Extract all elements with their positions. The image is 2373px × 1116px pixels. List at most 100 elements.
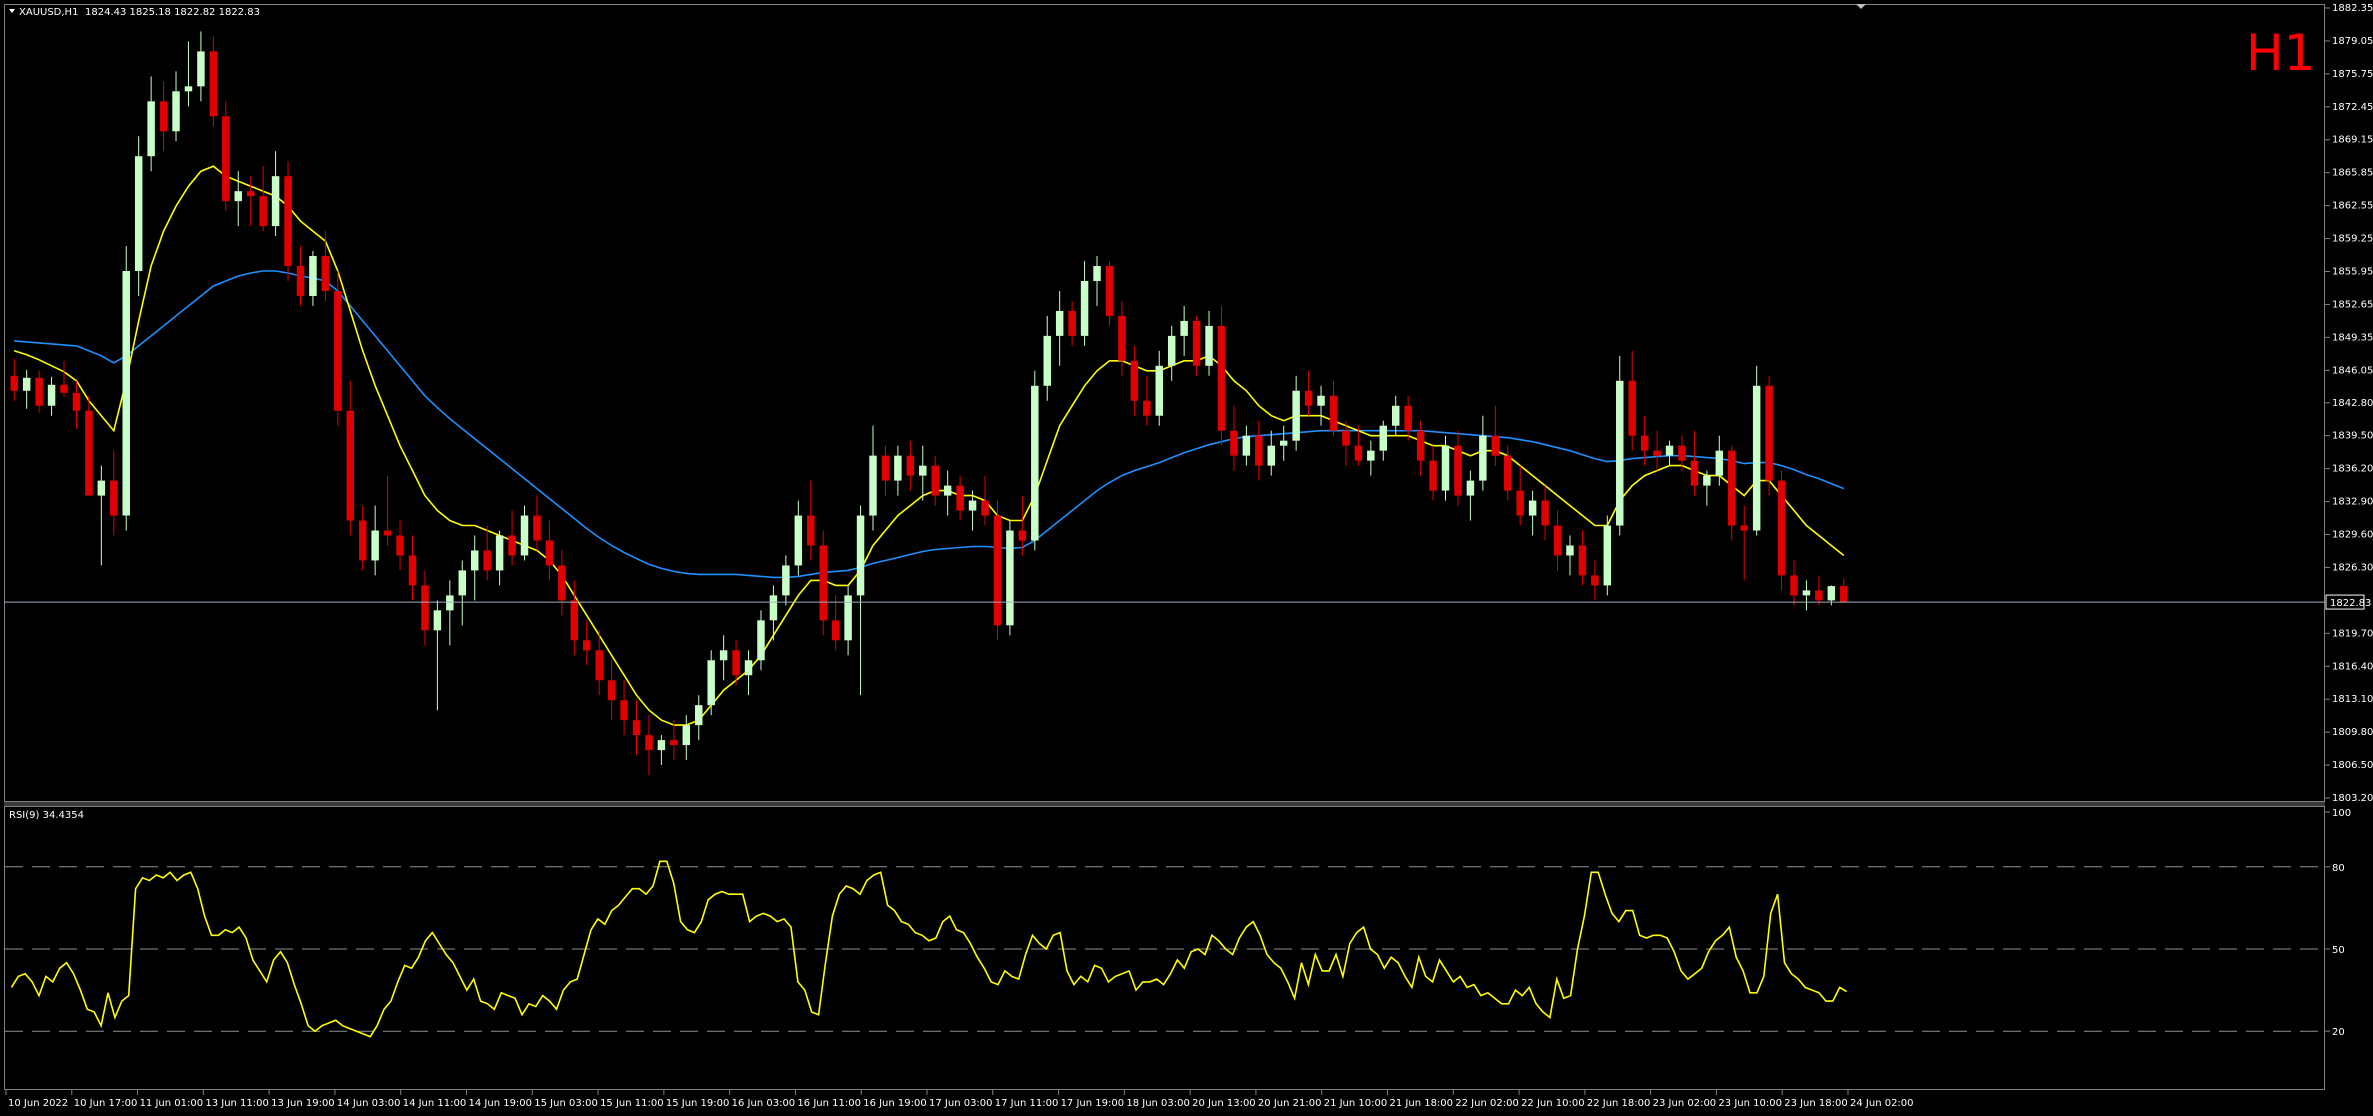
candle-body — [869, 455, 877, 516]
candle-body — [645, 735, 653, 751]
candle-body — [1616, 380, 1624, 526]
candle-body — [607, 680, 616, 701]
candle-body — [1317, 395, 1325, 406]
candle-body — [707, 660, 715, 706]
candle-body — [1404, 405, 1412, 431]
candle-body — [695, 705, 703, 726]
candle-body — [719, 650, 728, 661]
price-tick-label: 1852.65 — [2332, 299, 2373, 310]
candle-body — [819, 545, 827, 621]
price-tick-label: 1806.50 — [2332, 760, 2373, 771]
trading-chart: 1882.35 1879.05 1875.75 1872.45 1869.15 1865.… — [4, 3, 2373, 1109]
candles — [10, 31, 1848, 776]
candle-body — [620, 700, 628, 721]
time-tick-label: 23 Jun 10:00 — [1718, 1098, 1782, 1109]
time-tick-label: 16 Jun 03:00 — [732, 1098, 796, 1109]
candle-body — [1777, 480, 1786, 576]
time-tick-label: 11 Jun 01:00 — [140, 1098, 204, 1109]
price-tick-label: 1882.35 — [2332, 3, 2373, 14]
candle-body — [358, 520, 367, 561]
candle-body — [545, 540, 554, 566]
candle-body — [1031, 385, 1039, 541]
candle-body — [508, 535, 516, 556]
candle-body — [1752, 385, 1761, 531]
time-tick-label: 23 Jun 02:00 — [1653, 1098, 1717, 1109]
candle-body — [1279, 440, 1288, 446]
candle-body — [10, 375, 18, 391]
time-tick-label: 22 Jun 10:00 — [1521, 1098, 1585, 1109]
rsi-level-lines — [5, 866, 2324, 1032]
time-tick-label: 17 Jun 11:00 — [995, 1098, 1059, 1109]
candle-body — [1118, 315, 1126, 361]
candle-body — [408, 555, 417, 586]
price-tick-label: 1832.90 — [2332, 497, 2373, 508]
price-axis[interactable]: 1882.35 1879.05 1875.75 1872.45 1869.15 1865.… — [2325, 3, 2373, 804]
main-pane-border — [4, 4, 2325, 802]
slow-ma-line — [14, 270, 1845, 579]
time-tick-label: 21 Jun 10:00 — [1324, 1098, 1388, 1109]
shift-marker-icon[interactable] — [1856, 4, 1866, 9]
candle-body — [172, 91, 180, 132]
time-axis[interactable]: 10 Jun 2022 10 Jun 17:00 11 Jun 01:00 13 Ju… — [5, 1090, 1914, 1109]
candle-body — [470, 550, 479, 571]
candle-body — [757, 620, 765, 661]
time-tick-label: 14 Jun 11:00 — [403, 1098, 467, 1109]
candle-body — [1790, 575, 1798, 596]
price-tick-label: 1839.50 — [2332, 431, 2373, 442]
candle-body — [60, 384, 68, 393]
candle-body — [1205, 325, 1213, 366]
rsi-tick-label: 80 — [2332, 863, 2345, 874]
candle-body — [894, 455, 902, 481]
chevron-down-icon[interactable] — [9, 9, 15, 13]
candle-body — [1802, 590, 1811, 596]
candle-body — [1167, 335, 1176, 366]
separator-bar[interactable] — [4, 801, 2325, 806]
candle-body — [807, 515, 815, 546]
candle-body — [583, 640, 591, 651]
time-tick-label: 17 Jun 19:00 — [1061, 1098, 1125, 1109]
time-tick-label: 10 Jun 2022 — [8, 1098, 68, 1109]
candle-body — [1516, 490, 1524, 516]
time-tick-label: 23 Jun 18:00 — [1784, 1098, 1848, 1109]
candle-body — [1715, 450, 1724, 476]
time-tick-label: 24 Jun 02:00 — [1850, 1098, 1914, 1109]
candle-body — [334, 290, 342, 411]
candle-body — [533, 515, 541, 541]
time-tick-label: 22 Jun 02:00 — [1455, 1098, 1519, 1109]
price-tick-label: 1846.05 — [2332, 365, 2373, 376]
candle-body — [744, 660, 753, 676]
candle-body — [782, 565, 790, 596]
candle-body — [1367, 450, 1375, 461]
candle-body — [1292, 390, 1300, 441]
candle-body — [197, 51, 205, 87]
price-tick-label: 1816.40 — [2332, 661, 2373, 672]
ohlc-label: 1824.43 1825.18 1822.82 1822.83 — [85, 7, 260, 18]
candle-body — [558, 565, 566, 601]
price-tick-label: 1849.35 — [2332, 332, 2373, 343]
candle-body — [1093, 266, 1101, 281]
rsi-axis: 100 80 50 20 — [2325, 808, 2351, 1038]
candle-body — [159, 101, 168, 132]
candle-body — [1416, 430, 1425, 461]
candle-body — [1491, 435, 1500, 456]
candle-body — [97, 480, 106, 496]
candle-body — [993, 515, 1002, 626]
candle-body — [1055, 310, 1064, 336]
time-tick-label: 16 Jun 11:00 — [797, 1098, 861, 1109]
time-tick-label: 15 Jun 19:00 — [666, 1098, 730, 1109]
candle-body — [769, 595, 778, 621]
price-tick-label: 1855.95 — [2332, 266, 2373, 277]
candle-body — [483, 550, 491, 571]
price-tick-label: 1826.30 — [2332, 562, 2373, 573]
candle-body — [1703, 475, 1711, 486]
candle-body — [110, 480, 118, 516]
candle-body — [881, 455, 890, 481]
candle-body — [520, 515, 529, 556]
rsi-tick-label: 50 — [2332, 945, 2345, 956]
candle-body — [1429, 460, 1437, 491]
candle-body — [1665, 445, 1674, 456]
candle-body — [919, 465, 927, 476]
candle-body — [296, 266, 305, 296]
candle-body — [906, 455, 915, 476]
price-tick-label: 1842.80 — [2332, 398, 2373, 409]
